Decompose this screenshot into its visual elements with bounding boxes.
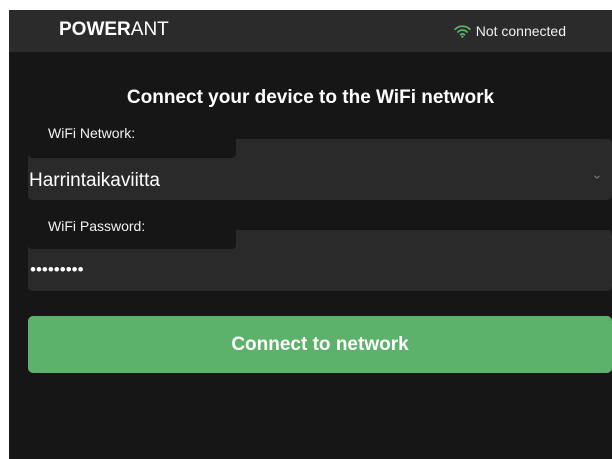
connect-to-network-button[interactable]: Connect to network — [28, 316, 612, 373]
wifi-icon — [454, 24, 471, 38]
top-bar: POWERANT Not connected — [9, 10, 612, 52]
brand-logo: POWERANT — [59, 18, 169, 42]
page-title: Connect your device to the WiFi network — [126, 87, 495, 108]
wifi-password-label: WiFi Password: — [48, 218, 146, 234]
page-edge — [0, 373, 9, 379]
app-window: POWERANT Not connected Connect your devi… — [9, 10, 612, 459]
status-text: Not connected — [475, 23, 566, 39]
wifi-password-value[interactable]: ••••••••• — [30, 260, 84, 280]
chevron-down-icon[interactable] — [594, 175, 600, 179]
brand-bold-text: POWER — [59, 19, 131, 40]
wifi-network-value[interactable]: Harrintaikaviitta — [29, 169, 160, 193]
brand-light-text: ANT — [130, 19, 169, 40]
wifi-network-label: WiFi Network: — [48, 125, 136, 141]
connection-status: Not connected — [454, 21, 566, 41]
